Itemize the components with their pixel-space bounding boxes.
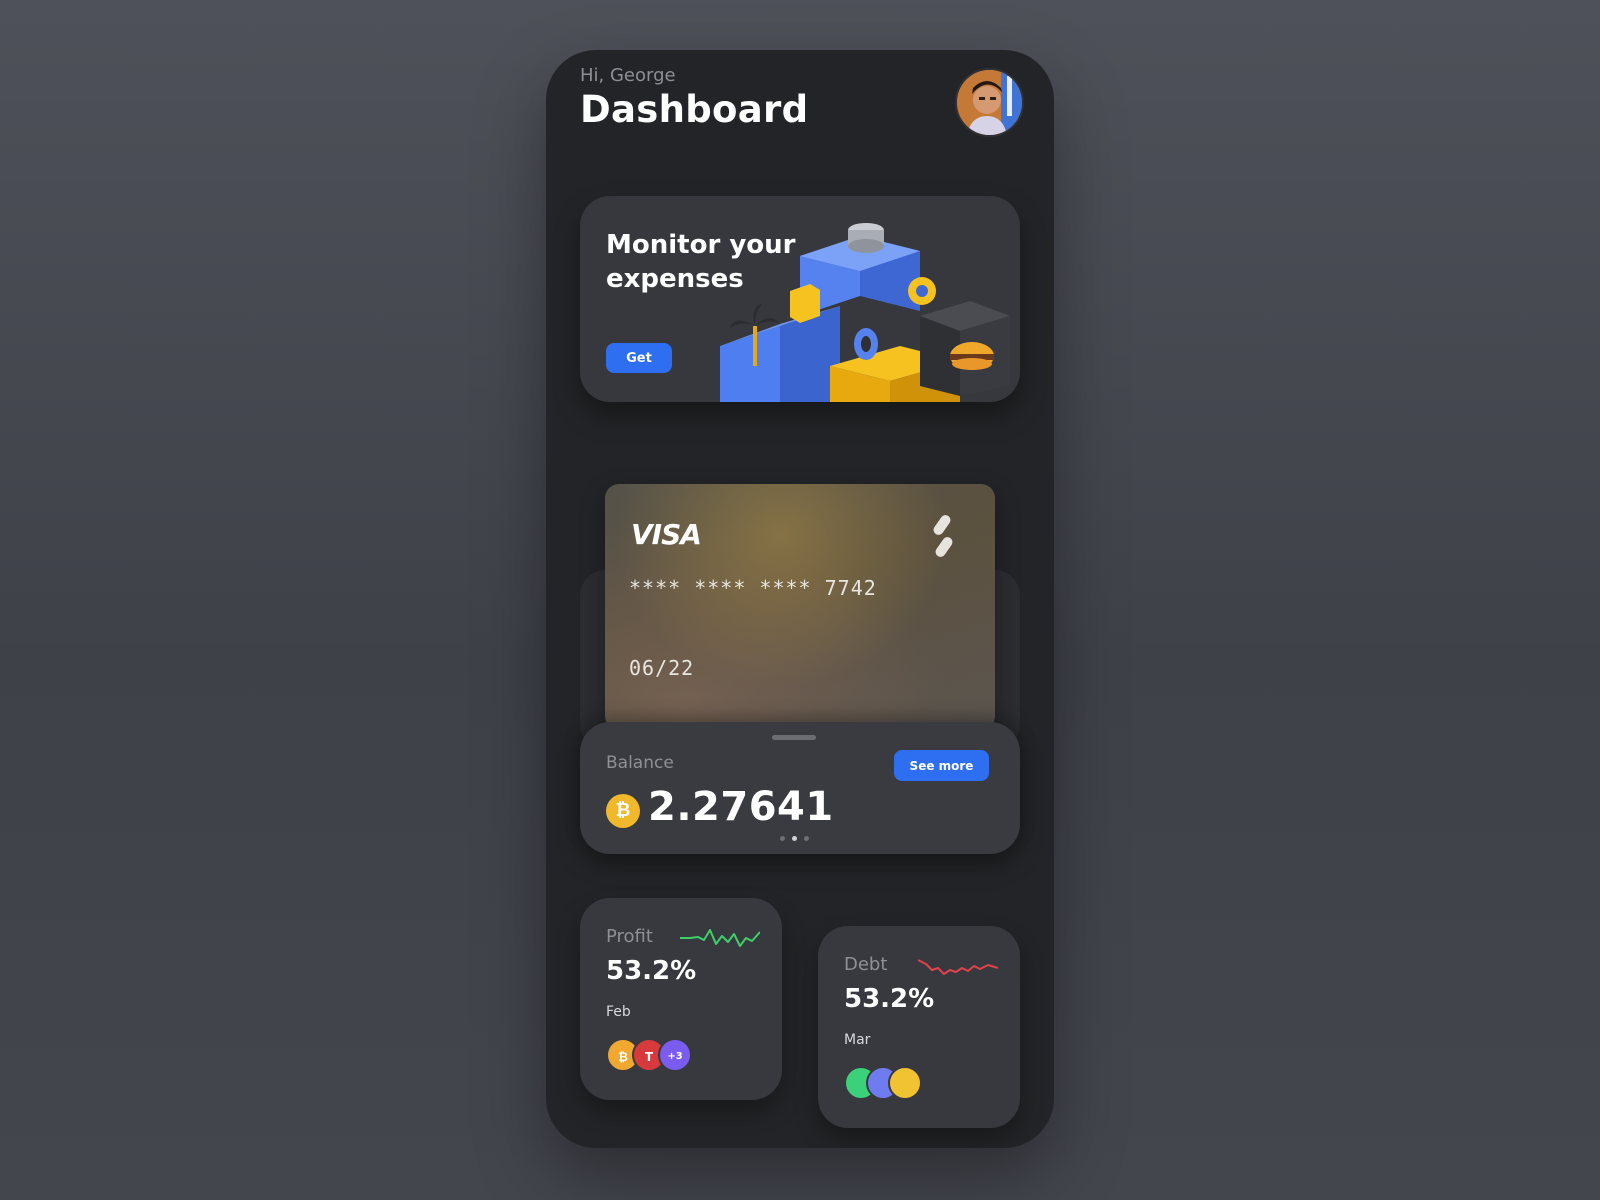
profit-card[interactable]: Profit 53.2% Feb ₿ T +3 [580,898,782,1100]
debt-value: 53.2% [844,984,935,1014]
carousel-dots [780,836,809,841]
profit-value: 53.2% [606,956,697,986]
card-brand: VISA [631,518,702,551]
debt-trend-icon [918,959,998,975]
balance-value: 2.27641 [648,784,834,830]
debt-month: Mar [844,1032,871,1048]
carousel-dot[interactable] [780,836,785,841]
profit-month: Feb [606,1004,631,1020]
card-expiry: 06/22 [629,656,695,680]
debt-label: Debt [844,954,888,975]
card-issuer-logo-icon [933,515,953,557]
balance-label: Balance [606,753,674,773]
visa-card[interactable]: VISA **** **** **** 7742 06/22 [605,484,995,730]
carousel-dot-active[interactable] [792,836,797,841]
card-number: **** **** **** 7742 [629,576,877,600]
balance-panel: Balance See more ₿ 2.27641 [580,722,1020,854]
carousel-dot[interactable] [804,836,809,841]
expenses-illustration-icon [720,223,1010,402]
bitcoin-icon: ₿ [606,794,640,828]
greeting-text: Hi, George [580,65,676,86]
phone-frame: Hi, George Dashboard Monitor your expens… [546,50,1054,1148]
profit-label: Profit [606,926,653,947]
see-more-button[interactable]: See more [894,750,989,781]
profit-trend-icon [680,929,760,947]
debt-card[interactable]: Debt 53.2% Mar [818,926,1020,1128]
user-avatar-icon [957,70,1022,135]
more-coins-badge: +3 [658,1038,692,1072]
gold-coin-icon [888,1066,922,1100]
promo-banner: Monitor your expenses Get [580,196,1020,402]
page-title: Dashboard [580,88,809,131]
get-button[interactable]: Get [606,343,672,373]
avatar[interactable] [955,68,1024,137]
drag-handle[interactable] [772,735,816,740]
